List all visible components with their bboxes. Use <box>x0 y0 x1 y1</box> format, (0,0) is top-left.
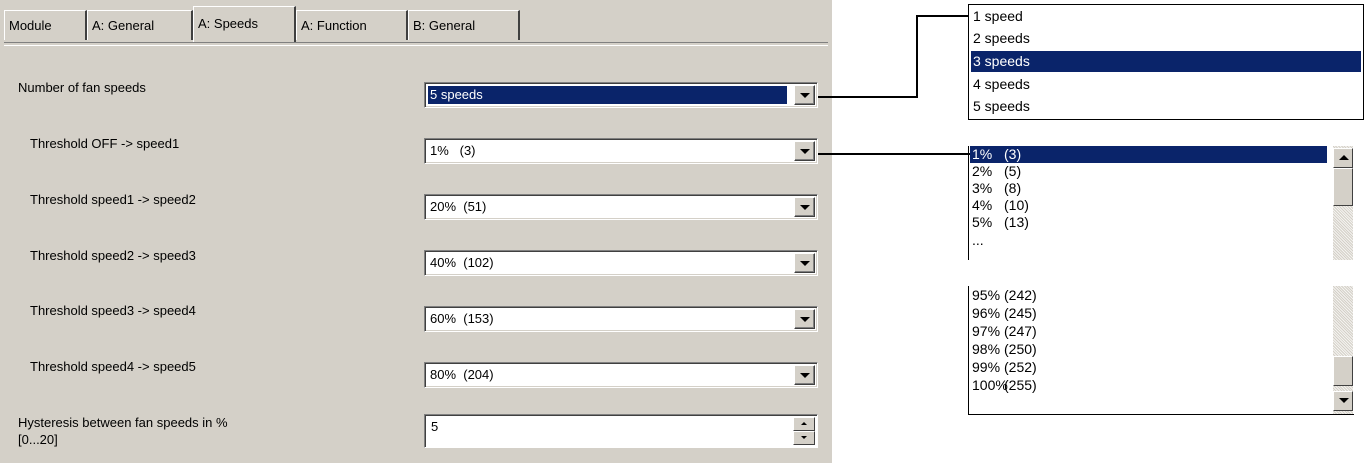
threshold-raw: (242) <box>1004 287 1037 303</box>
spin-down-icon[interactable] <box>793 431 815 445</box>
threshold-option[interactable]: 100%(255) <box>970 377 1037 394</box>
tab-a-general[interactable]: A: General <box>87 10 193 40</box>
scroll-up-icon[interactable] <box>1333 148 1353 168</box>
threshold-option[interactable]: 3% (8) <box>970 180 1021 197</box>
tab-a-function[interactable]: A: Function <box>296 10 408 40</box>
connector-line <box>818 96 918 98</box>
tab-divider <box>4 42 828 46</box>
hysteresis-range-label: [0...20] <box>18 432 58 447</box>
fan-speeds-value: 5 speeds <box>428 86 787 104</box>
threshold-option[interactable]: 4% (10) <box>970 197 1029 214</box>
tab-b-general[interactable]: B: General <box>408 10 520 40</box>
tab-label: A: Speeds <box>198 16 258 31</box>
threshold-option[interactable]: 5% (13) <box>970 214 1029 231</box>
hysteresis-spinbox[interactable]: 5 <box>424 414 818 448</box>
chevron-down-icon[interactable] <box>794 309 815 329</box>
tab-label: A: General <box>92 18 155 33</box>
threshold-speed2-speed3-label: Threshold speed2 -> speed3 <box>30 248 196 263</box>
hysteresis-value: 5 <box>431 419 439 434</box>
threshold-off-speed1-select[interactable]: 1% (3) <box>424 138 818 164</box>
threshold-option-selected[interactable]: 1% (3) <box>970 146 1327 163</box>
threshold-raw: (5) <box>1004 163 1022 179</box>
threshold-speed1-speed2-select[interactable]: 20% (51) <box>424 194 818 220</box>
chevron-down-icon[interactable] <box>794 253 815 273</box>
threshold-speed3-speed4-value: 60% (153) <box>430 311 494 326</box>
threshold-raw: (13) <box>1004 214 1029 230</box>
chevron-down-icon[interactable] <box>794 85 815 105</box>
speeds-option[interactable]: 2 speeds <box>971 28 1361 49</box>
speeds-option[interactable]: 4 speeds <box>971 74 1361 95</box>
tab-module[interactable]: Module <box>4 10 87 40</box>
threshold-raw: (245) <box>1004 305 1037 321</box>
threshold-speed4-speed5-label: Threshold speed4 -> speed5 <box>30 359 196 374</box>
threshold-pct: 2% <box>972 163 993 179</box>
tab-label: A: Function <box>301 18 367 33</box>
threshold-pct: 1% <box>972 146 993 162</box>
threshold-option[interactable]: 96% (245) <box>970 305 1037 322</box>
chevron-down-icon[interactable] <box>794 141 815 161</box>
scroll-down-icon[interactable] <box>1333 391 1353 411</box>
list-border <box>968 286 969 414</box>
list-border <box>968 414 1354 415</box>
connector-line <box>916 15 970 17</box>
scrollbar-thumb[interactable] <box>1333 168 1353 206</box>
speeds-option[interactable]: 1 speed <box>971 6 1361 27</box>
threshold-raw: (8) <box>1004 180 1022 196</box>
threshold-ellipsis: ... <box>972 232 984 248</box>
threshold-speed3-speed4-select[interactable]: 60% (153) <box>424 306 818 332</box>
fan-speeds-select[interactable]: 5 speeds <box>424 82 818 108</box>
connector-line <box>818 153 970 155</box>
threshold-pct: 3% <box>972 180 993 196</box>
speeds-dropdown-list: 1 speed 2 speeds 3 speeds 4 speeds 5 spe… <box>968 4 1364 120</box>
fan-speeds-label: Number of fan speeds <box>18 80 146 95</box>
spin-buttons <box>793 417 815 445</box>
threshold-raw: (250) <box>1004 341 1037 357</box>
list-border <box>968 146 969 260</box>
threshold-raw: (255) <box>1004 377 1037 393</box>
settings-panel: Module A: General B: General A: Function… <box>0 0 832 463</box>
threshold-pct: 98% <box>972 341 1001 357</box>
threshold-option[interactable]: 95% (242) <box>970 287 1037 304</box>
spin-up-icon[interactable] <box>793 417 815 431</box>
tab-a-speeds-active[interactable]: A: Speeds <box>193 6 296 42</box>
threshold-pct: 96% <box>972 305 1001 321</box>
speeds-option-selected[interactable]: 3 speeds <box>971 51 1361 72</box>
threshold-speed2-speed3-value: 40% (102) <box>430 255 494 270</box>
threshold-pct: 100% <box>972 377 1008 393</box>
speeds-option[interactable]: 5 speeds <box>971 96 1361 117</box>
threshold-speed4-speed5-select[interactable]: 80% (204) <box>424 362 818 388</box>
connector-line <box>916 15 918 98</box>
hysteresis-label: Hysteresis between fan speeds in % <box>18 415 228 430</box>
threshold-speed1-speed2-label: Threshold speed1 -> speed2 <box>30 192 196 207</box>
chevron-down-icon[interactable] <box>794 365 815 385</box>
threshold-pct: 95% <box>972 287 1001 303</box>
threshold-pct: 97% <box>972 323 1001 339</box>
tab-label: Module <box>9 18 52 33</box>
threshold-speed2-speed3-select[interactable]: 40% (102) <box>424 250 818 276</box>
threshold-speed1-speed2-value: 20% (51) <box>430 199 487 214</box>
threshold-pct: 5% <box>972 214 993 230</box>
chevron-down-icon[interactable] <box>794 197 815 217</box>
threshold-raw: (252) <box>1004 359 1037 375</box>
threshold-pct: 99% <box>972 359 1001 375</box>
threshold-off-speed1-label: Threshold OFF -> speed1 <box>30 136 180 151</box>
threshold-off-speed1-value: 1% (3) <box>430 143 476 158</box>
threshold-option[interactable]: 2% (5) <box>970 163 1021 180</box>
scrollbar-thumb[interactable] <box>1333 356 1353 386</box>
threshold-raw: (10) <box>1004 197 1029 213</box>
tab-label: B: General <box>413 18 476 33</box>
threshold-raw: (3) <box>1004 146 1022 162</box>
threshold-raw: (247) <box>1004 323 1037 339</box>
threshold-pct: 4% <box>972 197 993 213</box>
threshold-option[interactable]: 98% (250) <box>970 341 1037 358</box>
threshold-option[interactable]: 99% (252) <box>970 359 1037 376</box>
threshold-option[interactable]: 97% (247) <box>970 323 1037 340</box>
threshold-speed4-speed5-value: 80% (204) <box>430 367 494 382</box>
threshold-speed3-speed4-label: Threshold speed3 -> speed4 <box>30 303 196 318</box>
